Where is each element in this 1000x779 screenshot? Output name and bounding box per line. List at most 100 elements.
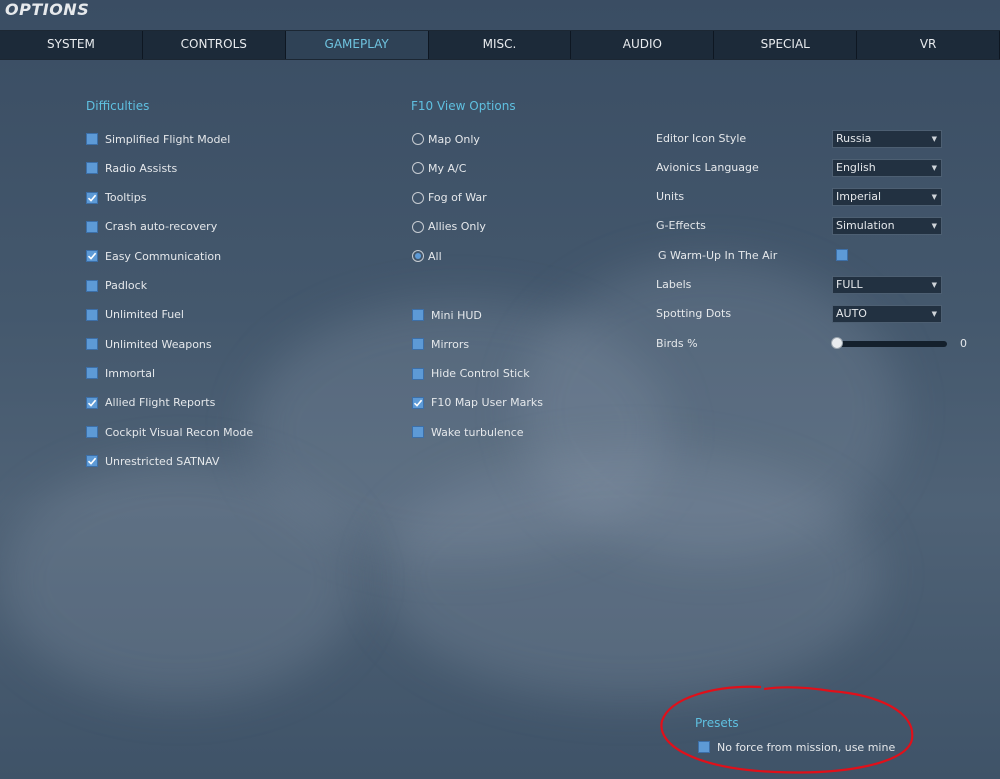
f10-radio-map-only[interactable]: Map Only bbox=[412, 131, 480, 147]
tab-special[interactable]: SPECIAL bbox=[714, 31, 858, 59]
mini-hud-label: Mini HUD bbox=[431, 308, 482, 322]
tooltips-label: Tooltips bbox=[105, 191, 147, 205]
tab-controls[interactable]: CONTROLS bbox=[142, 31, 286, 59]
spotting-dots-label: Spotting Dots bbox=[656, 307, 732, 320]
f10-option-f10-map-user-marks[interactable]: F10 Map User Marks bbox=[412, 395, 543, 411]
difficulty-padlock[interactable]: Padlock bbox=[86, 278, 147, 294]
allied-flight-reports-label: Allied Flight Reports bbox=[105, 396, 216, 410]
tab-gameplay[interactable]: GAMEPLAY bbox=[285, 31, 429, 59]
easy-communication-label: Easy Communication bbox=[105, 249, 222, 263]
g-effects-value: Simulation bbox=[836, 219, 895, 232]
checkmark-icon bbox=[413, 399, 423, 407]
cockpit-visual-recon-mode-checkbox[interactable] bbox=[86, 426, 98, 438]
f10-option-mirrors[interactable]: Mirrors bbox=[412, 336, 469, 352]
difficulty-allied-flight-reports[interactable]: Allied Flight Reports bbox=[86, 395, 215, 411]
dropdown-arrow-icon: ▼ bbox=[931, 281, 937, 289]
easy-communication-checkbox[interactable] bbox=[86, 250, 98, 263]
tooltips-checkbox[interactable] bbox=[86, 191, 98, 204]
padlock-checkbox[interactable] bbox=[86, 279, 98, 292]
difficulty-simplified-flight-model[interactable]: Simplified Flight Model bbox=[86, 131, 230, 147]
crash-auto-recovery-checkbox[interactable] bbox=[86, 220, 98, 233]
birds-slider-handle[interactable] bbox=[831, 337, 843, 349]
f10-radio-my-a-c[interactable]: My A/C bbox=[412, 160, 466, 176]
f10-option-mini-hud[interactable]: Mini HUD bbox=[412, 307, 482, 323]
tab-vr[interactable]: VR bbox=[857, 31, 1000, 59]
labels-select[interactable]: FULL ▼ bbox=[832, 276, 942, 294]
crash-auto-recovery-label: Crash auto-recovery bbox=[105, 220, 218, 234]
immortal-label: Immortal bbox=[105, 366, 156, 380]
f10-radio-fog-of-war[interactable]: Fog of War bbox=[412, 190, 487, 206]
dropdown-arrow-icon: ▼ bbox=[931, 164, 937, 172]
radio-button[interactable] bbox=[412, 250, 424, 263]
g-effects-label: G-Effects bbox=[656, 219, 706, 232]
birds-slider-track[interactable] bbox=[832, 341, 947, 347]
f10-option-wake-turbulence[interactable]: Wake turbulence bbox=[412, 424, 524, 440]
my-a-c-label: My A/C bbox=[428, 161, 467, 175]
dropdown-arrow-icon: ▼ bbox=[931, 193, 937, 201]
difficulty-tooltips[interactable]: Tooltips bbox=[86, 190, 146, 206]
checkmark-icon bbox=[87, 252, 97, 260]
simplified-flight-model-label: Simplified Flight Model bbox=[105, 132, 231, 146]
difficulty-immortal[interactable]: Immortal bbox=[86, 365, 155, 381]
unrestricted-satnav-checkbox[interactable] bbox=[86, 455, 98, 468]
tab-audio[interactable]: AUDIO bbox=[571, 31, 715, 59]
map-only-label: Map Only bbox=[428, 132, 480, 146]
difficulty-radio-assists[interactable]: Radio Assists bbox=[86, 160, 177, 176]
radio-assists-label: Radio Assists bbox=[105, 161, 178, 175]
dropdown-arrow-icon: ▼ bbox=[931, 135, 937, 143]
units-label: Units bbox=[656, 190, 685, 203]
difficulty-unlimited-weapons[interactable]: Unlimited Weapons bbox=[86, 336, 212, 352]
f10-radio-allies-only[interactable]: Allies Only bbox=[412, 219, 486, 235]
difficulty-crash-auto-recovery[interactable]: Crash auto-recovery bbox=[86, 219, 217, 235]
unlimited-fuel-checkbox[interactable] bbox=[86, 308, 98, 321]
avionics-language-select[interactable]: English ▼ bbox=[832, 159, 942, 177]
difficulty-unrestricted-satnav[interactable]: Unrestricted SATNAV bbox=[86, 453, 219, 469]
simplified-flight-model-checkbox[interactable] bbox=[86, 133, 98, 145]
unlimited-weapons-checkbox[interactable] bbox=[86, 338, 98, 351]
f10-view-options-heading: F10 View Options bbox=[411, 99, 516, 113]
radio-button[interactable] bbox=[412, 191, 424, 204]
difficulty-cockpit-visual-recon-mode[interactable]: Cockpit Visual Recon Mode bbox=[86, 424, 253, 440]
immortal-checkbox[interactable] bbox=[86, 367, 98, 380]
spotting-dots-select[interactable]: AUTO ▼ bbox=[832, 305, 942, 323]
f10-map-user-marks-checkbox[interactable] bbox=[412, 396, 424, 409]
dropdown-arrow-icon: ▼ bbox=[931, 310, 937, 318]
editor-icon-style-value: Russia bbox=[836, 132, 872, 145]
background-cloud bbox=[0, 460, 360, 700]
checkmark-icon bbox=[87, 194, 97, 202]
birds-value: 0 bbox=[960, 337, 967, 350]
editor-icon-style-select[interactable]: Russia ▼ bbox=[832, 130, 942, 148]
padlock-label: Padlock bbox=[105, 279, 148, 292]
difficulties-heading: Difficulties bbox=[86, 99, 150, 113]
difficulty-unlimited-fuel[interactable]: Unlimited Fuel bbox=[86, 307, 184, 323]
tab-system[interactable]: SYSTEM bbox=[0, 31, 143, 59]
units-value: Imperial bbox=[836, 190, 882, 203]
allies-only-label: Allies Only bbox=[428, 220, 486, 234]
avionics-language-value: English bbox=[836, 161, 876, 174]
spotting-dots-value: AUTO bbox=[836, 307, 867, 320]
radio-assists-checkbox[interactable] bbox=[86, 162, 98, 175]
allied-flight-reports-checkbox[interactable] bbox=[86, 396, 98, 409]
f10-radio-all[interactable]: All bbox=[412, 248, 442, 264]
birds-label: Birds % bbox=[656, 337, 698, 350]
g-effects-select[interactable]: Simulation ▼ bbox=[832, 217, 942, 235]
mirrors-checkbox[interactable] bbox=[412, 338, 424, 351]
dropdown-arrow-icon: ▼ bbox=[931, 222, 937, 230]
radio-button[interactable] bbox=[412, 220, 424, 233]
hide-control-stick-checkbox[interactable] bbox=[412, 367, 424, 380]
difficulty-easy-communication[interactable]: Easy Communication bbox=[86, 248, 221, 264]
radio-button[interactable] bbox=[412, 162, 424, 175]
g-warmup-checkbox[interactable] bbox=[836, 249, 848, 261]
unlimited-weapons-label: Unlimited Weapons bbox=[105, 337, 212, 351]
editor-icon-style-label: Editor Icon Style bbox=[656, 132, 747, 145]
tab-bar: SYSTEM CONTROLS GAMEPLAY MISC. AUDIO SPE… bbox=[0, 30, 1000, 60]
labels-value: FULL bbox=[836, 278, 863, 291]
mini-hud-checkbox[interactable] bbox=[412, 309, 424, 321]
red-annotation-circle bbox=[660, 685, 914, 774]
wake-turbulence-checkbox[interactable] bbox=[412, 426, 424, 439]
radio-button[interactable] bbox=[412, 133, 424, 145]
tab-misc[interactable]: MISC. bbox=[428, 31, 572, 59]
units-select[interactable]: Imperial ▼ bbox=[832, 188, 942, 206]
f10-map-user-marks-label: F10 Map User Marks bbox=[431, 396, 543, 410]
f10-option-hide-control-stick[interactable]: Hide Control Stick bbox=[412, 366, 530, 382]
